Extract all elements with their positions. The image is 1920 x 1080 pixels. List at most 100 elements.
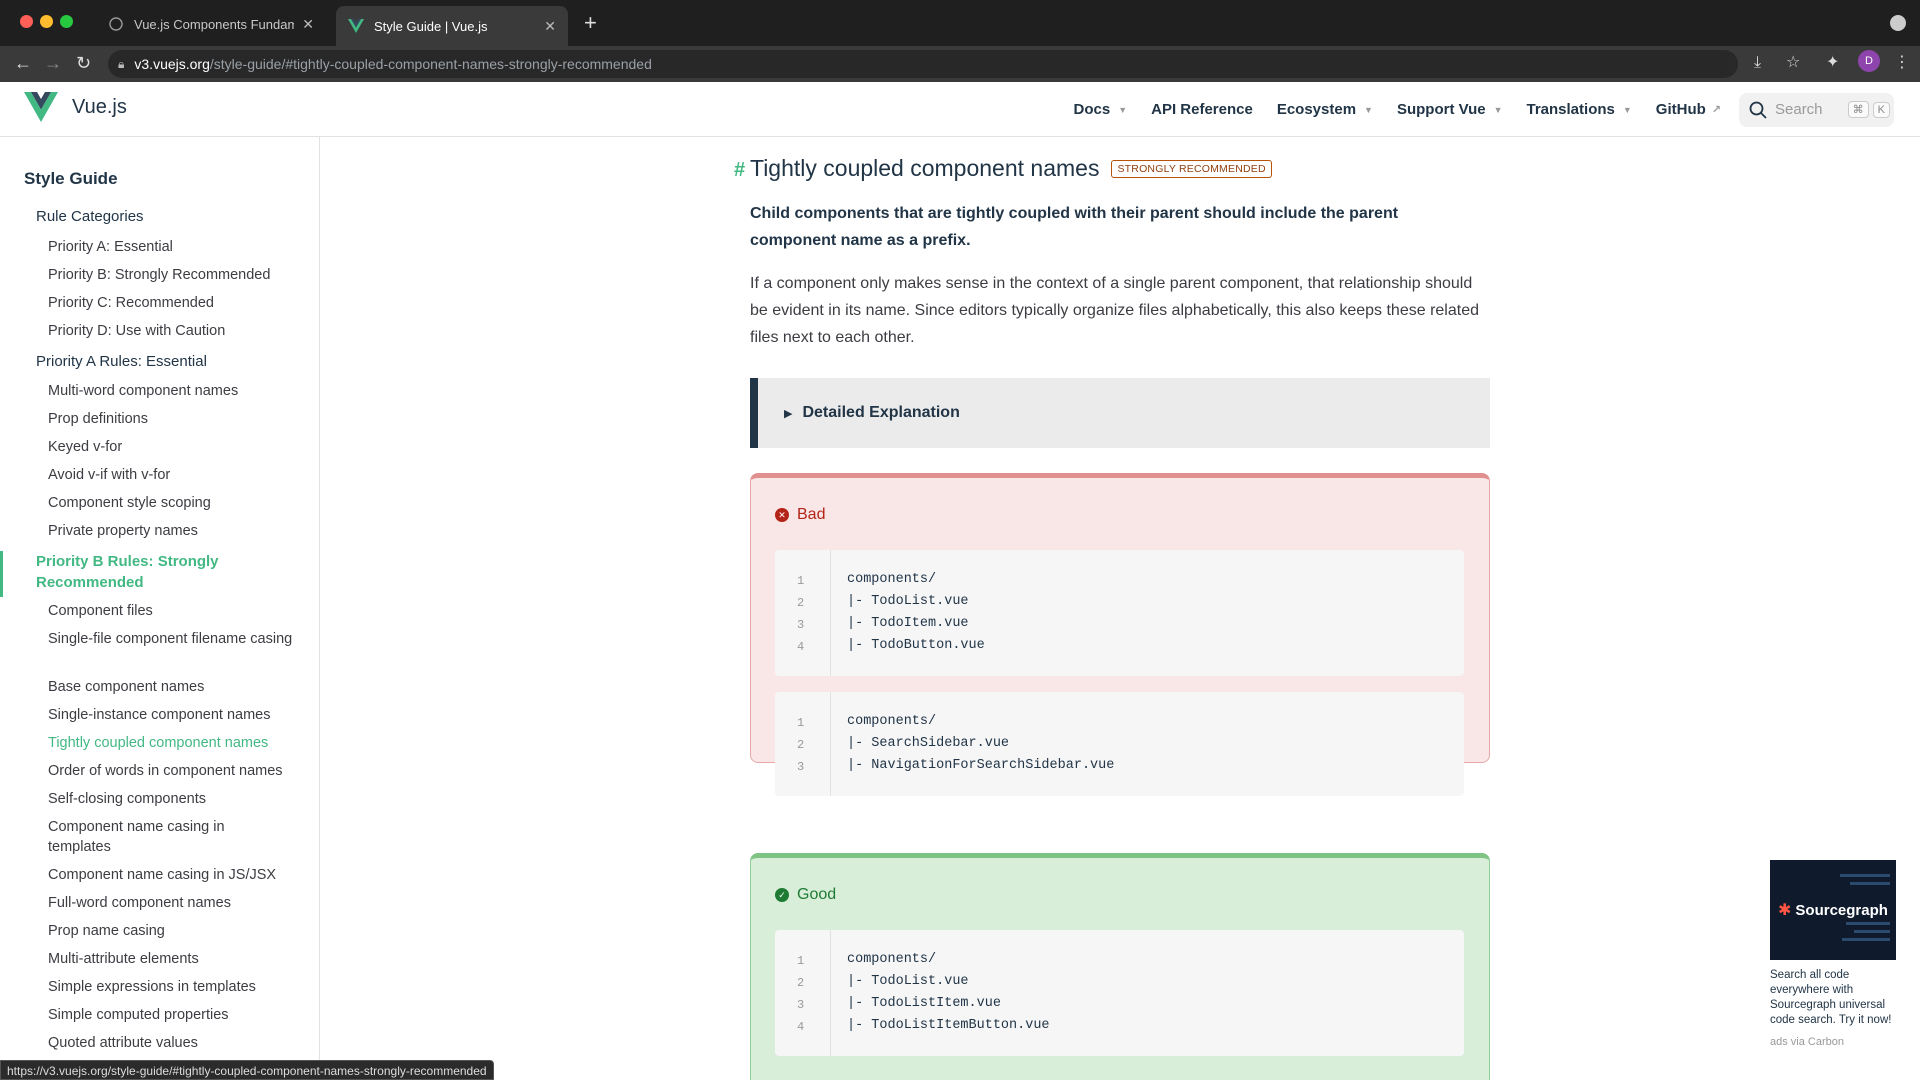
sidebar-item[interactable]: Priority B: Strongly Recommended: [48, 265, 300, 285]
nav-docs[interactable]: Docs ▼: [1074, 101, 1128, 118]
line-number: 1: [797, 716, 805, 730]
good-example: ✓ Good 1 2 3 4 components/ |- TodoList.v…: [750, 853, 1490, 1080]
url-host: v3.vuejs.org: [134, 56, 210, 72]
sidebar-item[interactable]: Prop definitions: [48, 409, 300, 429]
detailed-explanation-toggle[interactable]: ▶ Detailed Explanation: [750, 378, 1490, 448]
new-tab-button[interactable]: +: [584, 12, 597, 34]
sidebar-item[interactable]: Component name casing in templates: [48, 817, 258, 857]
sidebar-item[interactable]: Avoid v-if with v-for: [48, 465, 300, 485]
search-button[interactable]: Search ⌘ K: [1739, 92, 1894, 127]
line-number: 1: [797, 954, 805, 968]
line-number: 2: [797, 596, 805, 610]
sidebar-item[interactable]: Full-word component names: [48, 893, 300, 913]
check-circle-icon: ✓: [775, 888, 789, 902]
bad-example: ✕ Bad 1 2 3 4 components/ |- TodoList.vu…: [750, 473, 1490, 796]
code-line: components/: [847, 952, 937, 967]
install-app-icon[interactable]: ⤓: [1754, 55, 1761, 71]
line-number: 1: [797, 574, 805, 588]
sidebar-item[interactable]: Simple expressions in templates: [48, 977, 300, 997]
close-window-button[interactable]: [20, 15, 33, 28]
nav-ecosystem[interactable]: Ecosystem ▼: [1277, 101, 1373, 118]
rule-summary: Child components that are tightly couple…: [750, 205, 1399, 249]
main-content: # Tightly coupled component names STRONG…: [320, 137, 1920, 1080]
sidebar-item[interactable]: Priority C: Recommended: [48, 293, 300, 313]
bookmark-star-icon[interactable]: ☆: [1786, 55, 1800, 71]
sidebar-item[interactable]: Single-instance component names: [48, 705, 300, 725]
nav-label: Support Vue: [1396, 101, 1486, 118]
sidebar-item[interactable]: Base component names: [48, 677, 300, 697]
code-line: |- SearchSidebar.vue: [847, 736, 1010, 751]
sidebar-item-active[interactable]: Tightly coupled component names: [48, 733, 300, 753]
details-label: Detailed Explanation: [802, 404, 960, 421]
caret-down-icon: ▼: [1493, 104, 1503, 115]
nav-label: API Reference: [1151, 101, 1253, 118]
sidebar-item[interactable]: Prop name casing: [48, 921, 300, 941]
line-number: 2: [797, 738, 805, 752]
code-line: |- NavigationForSearchSidebar.vue: [847, 758, 1115, 773]
nav-translations[interactable]: Translations ▼: [1527, 101, 1632, 118]
site-header: Vue.js Docs ▼ API Reference Ecosystem ▼ Su…: [0, 82, 1920, 137]
code-line: |- TodoList.vue: [847, 974, 969, 989]
line-number: 4: [797, 1020, 805, 1034]
sidebar-title: Style Guide: [24, 169, 118, 188]
link-status-bar: https://v3.vuejs.org/style-guide/#tightl…: [0, 1060, 494, 1080]
sidebar-item[interactable]: Priority A: Essential: [48, 237, 300, 257]
carbon-ad[interactable]: ✱ Sourcegraph Search all code everywhere…: [1770, 860, 1896, 1048]
nav-support-vue[interactable]: Support Vue ▼: [1397, 101, 1503, 118]
close-tab-icon[interactable]: ✕: [544, 18, 556, 35]
caret-down-icon: ▼: [1622, 104, 1632, 115]
sidebar-category-priority-b-active[interactable]: Priority B Rules: Strongly Recommended: [36, 551, 276, 593]
chrome-menu-icon[interactable]: ⋮: [1894, 55, 1910, 71]
nav-github[interactable]: GitHub ↗: [1656, 101, 1721, 118]
sidebar-item[interactable]: Multi-attribute elements: [48, 949, 300, 969]
sidebar-item[interactable]: Self-closing components: [48, 789, 300, 809]
ad-image[interactable]: ✱ Sourcegraph: [1770, 860, 1896, 960]
code-line: components/: [847, 714, 937, 729]
lock-icon: 🔒︎: [118, 56, 125, 71]
forward-arrow-icon[interactable]: →: [44, 54, 62, 72]
sidebar-item[interactable]: Component style scoping: [48, 493, 300, 513]
extensions-icon[interactable]: ✦: [1826, 55, 1839, 71]
url-input[interactable]: 🔒︎ v3.vuejs.org/style-guide/#tightly-cou…: [108, 50, 1738, 78]
priority-badge: STRONGLY RECOMMENDED: [1111, 159, 1272, 178]
reload-icon[interactable]: ↻: [76, 54, 91, 72]
profile-avatar[interactable]: D: [1858, 50, 1880, 72]
sidebar-category-rule-categories[interactable]: Rule Categories: [36, 207, 144, 227]
nav-api-reference[interactable]: API Reference: [1151, 101, 1253, 118]
code-line: |- TodoItem.vue: [847, 616, 969, 631]
sidebar-item[interactable]: Priority D: Use with Caution: [48, 321, 300, 341]
minimize-window-button[interactable]: [40, 15, 53, 28]
site-logo[interactable]: Vue.js: [24, 92, 127, 122]
sidebar-item[interactable]: Keyed v-for: [48, 437, 300, 457]
good-example-header: ✓ Good: [775, 886, 836, 904]
sidebar-item[interactable]: Component name casing in JS/JSX: [48, 865, 300, 885]
sidebar-item[interactable]: Simple computed properties: [48, 1005, 300, 1025]
sidebar-item[interactable]: Quoted attribute values: [48, 1033, 300, 1053]
caret-down-icon: ▼: [1118, 104, 1128, 115]
close-tab-icon[interactable]: ✕: [302, 16, 314, 33]
page-heading: Tightly coupled component names STRONGLY…: [750, 155, 1272, 182]
line-number-gutter: [775, 930, 831, 1056]
line-number-gutter: [775, 550, 831, 676]
sidebar-item[interactable]: Order of words in component names: [48, 761, 300, 781]
browser-tab-components[interactable]: Vue.js Components Fundamentals ✕: [96, 6, 326, 42]
ad-text[interactable]: Search all code everywhere with Sourcegr…: [1770, 968, 1896, 1028]
sidebar-item[interactable]: Single-file component filename casing: [48, 629, 300, 649]
ad-brand-text: Sourcegraph: [1795, 901, 1888, 919]
sidebar: Style Guide Rule Categories Priority A: …: [0, 137, 320, 1080]
kbd-cmd: ⌘: [1847, 101, 1869, 118]
tab-search-icon[interactable]: [1890, 15, 1906, 31]
code-line: |- TodoButton.vue: [847, 638, 985, 653]
ad-via-link[interactable]: ads via Carbon: [1770, 1036, 1896, 1048]
heading-anchor-link[interactable]: #: [734, 159, 745, 182]
browser-tab-style-guide[interactable]: Style Guide | Vue.js ✕: [336, 6, 568, 46]
logo-text: Vue.js: [72, 95, 127, 118]
sidebar-item[interactable]: Component files: [48, 601, 300, 621]
sidebar-item[interactable]: Private property names: [48, 521, 300, 541]
vue-logo-icon: [348, 18, 364, 34]
nav-label: Ecosystem: [1276, 101, 1357, 118]
sidebar-category-priority-a[interactable]: Priority A Rules: Essential: [36, 352, 207, 372]
maximize-window-button[interactable]: [60, 15, 73, 28]
back-arrow-icon[interactable]: ←: [14, 54, 32, 72]
sidebar-item[interactable]: Multi-word component names: [48, 381, 300, 401]
